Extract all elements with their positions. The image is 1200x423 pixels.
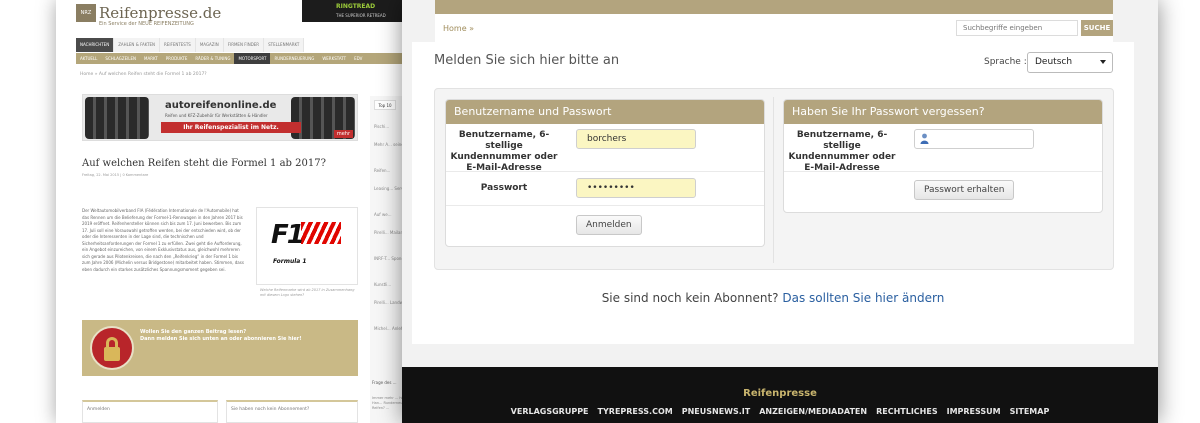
banner-subtitle: THE SUPERIOR RETREAD: [336, 13, 386, 18]
footer-title: Reifenpresse: [743, 388, 817, 399]
footer-links: VERLAGSGRUPPE TYREPRESS.COM PNEUSNEWS.IT…: [402, 407, 1158, 416]
nav-item-stellenmarkt[interactable]: STELLENMARKT: [264, 38, 305, 52]
request-password-button[interactable]: Passwort erhalten: [914, 180, 1015, 200]
subnav-item[interactable]: AKTUELL: [76, 53, 101, 64]
footer-link-pneusnews[interactable]: PNEUSNEWS.IT: [682, 407, 751, 416]
language-label: Sprache :: [984, 57, 1027, 67]
footer-link-verlagsgruppe[interactable]: VERLAGSGRUPPE: [511, 407, 589, 416]
subnav-item[interactable]: WERKSTATT: [318, 53, 350, 64]
search-button[interactable]: SUCHE: [1081, 20, 1113, 36]
paywall-line2: Dann melden Sie sich unten an oder abonn…: [140, 336, 302, 342]
footer-link-sitemap[interactable]: SITEMAP: [1010, 407, 1050, 416]
nav-item-nachrichten[interactable]: NACHRICHTEN: [76, 38, 115, 52]
subnav-item[interactable]: RUNDERNEUERUNG: [270, 53, 318, 64]
subnav-item[interactable]: EDV: [350, 53, 366, 64]
login-card: Melden Sie sich hier bitte an Sprache : …: [412, 42, 1134, 344]
ad-title: autoreifenonline.de: [165, 100, 277, 111]
chevron-down-icon: [1100, 60, 1106, 64]
site-tagline: Ein Service der NEUE REIFENZEITUNG: [99, 21, 194, 27]
search-input[interactable]: [956, 20, 1078, 36]
subscribe-link[interactable]: Das sollten Sie hier ändern: [782, 291, 944, 305]
page-title: Melden Sie sich hier bitte an: [434, 53, 620, 68]
footer-link-tyrepress[interactable]: TYREPRESS.COM: [598, 407, 673, 416]
username-label: Benutzername, 6-stellige Kundennummer od…: [450, 130, 558, 173]
subnav-item[interactable]: SCHLAGZEILEN: [101, 53, 140, 64]
article-meta: Freitag, 22. Mai 2015 | 0 Kommentare: [82, 173, 149, 177]
password-input[interactable]: [576, 178, 696, 198]
footer-link-anzeigen[interactable]: ANZEIGEN/MEDIADATEN: [759, 407, 867, 416]
f1-logo-stripes: [301, 222, 341, 244]
login-panel: Benutzername und Passwort Benutzername, …: [445, 99, 765, 247]
ad-slogan: Ihr Reifenspezialist im Netz.: [161, 122, 301, 133]
password-label: Passwort: [480, 183, 528, 193]
language-select[interactable]: Deutsch: [1027, 52, 1113, 73]
logo-mark-icon: NRZ: [76, 4, 96, 22]
footer-link-impressum[interactable]: IMPRESSUM: [947, 407, 1001, 416]
subnav-item[interactable]: PRODUKTE: [162, 53, 192, 64]
lock-icon: [90, 326, 134, 370]
bg-login-box: Anmelden: [82, 400, 218, 423]
article-ad-banner[interactable]: autoreifenonline.de Reifen und KFZ-Zubeh…: [82, 94, 358, 141]
article-body: Der Weltautomobilverband FIA (Fédération…: [82, 208, 244, 272]
image-caption: Welche Reifenmarke wird ab 2017 in Zusam…: [260, 288, 355, 297]
f1-logo-icon: F1: [271, 220, 305, 250]
forgot-username-label: Benutzername, 6-stellige Kundennummer od…: [788, 130, 896, 173]
forgot-username-field: [914, 129, 1034, 149]
article-title: Auf welchen Reifen steht die Formel 1 ab…: [82, 158, 326, 169]
subscribe-notice: Sie sind noch kein Abonnent? Das sollten…: [412, 291, 1134, 305]
sidebar-tab-top10[interactable]: Top 10: [374, 100, 396, 110]
login-panel-title: Benutzername und Passwort: [446, 100, 764, 124]
forgot-username-row: Benutzername, 6-stellige Kundennummer od…: [784, 124, 1102, 173]
banner-title: RINGTREAD: [336, 3, 376, 10]
bg-login-label: Anmelden: [87, 407, 110, 412]
bg-subscribe-box: Sie haben noch kein Abonnement?: [226, 400, 358, 423]
nav-item-zahlen[interactable]: ZAHLEN & FAKTEN: [114, 38, 161, 52]
footer-link-rechtliches[interactable]: RECHTLICHES: [876, 407, 938, 416]
paywall-text: Wollen Sie den ganzen Beitrag lesen? Dan…: [140, 329, 301, 343]
bg-subscribe-label: Sie haben noch kein Abonnement?: [231, 407, 310, 412]
username-input[interactable]: [576, 129, 696, 149]
site-logo[interactable]: NRZ Reifenpresse.de: [76, 4, 221, 22]
language-selected-value: Deutsch: [1035, 57, 1073, 67]
header-bar: [435, 0, 1113, 14]
article-breadcrumb[interactable]: Home » Auf welchen Reifen steht die Form…: [80, 72, 207, 77]
login-button[interactable]: Anmelden: [576, 215, 642, 235]
subnav-item[interactable]: RÄDER & TUNING: [191, 53, 234, 64]
primary-nav: NACHRICHTEN ZAHLEN & FAKTEN REIFENTESTS …: [76, 38, 305, 52]
ad-more-link[interactable]: mehr: [333, 130, 353, 138]
user-icon: [920, 133, 929, 144]
site-footer: Reifenpresse VERLAGSGRUPPE TYREPRESS.COM…: [402, 367, 1158, 423]
logo-text: Reifenpresse.de: [99, 4, 222, 22]
background-browser-window: NRZ Reifenpresse.de Ein Service der NEUE…: [56, 0, 416, 423]
ad-subtitle: Reifen und KFZ-Zubehör für Werkstätten &…: [165, 113, 268, 118]
subnav-item-motorsport[interactable]: MOTORSPORT: [234, 53, 271, 64]
login-panels: Benutzername und Passwort Benutzername, …: [434, 88, 1114, 270]
nav-item-reifentests[interactable]: REIFENTESTS: [160, 38, 196, 52]
nav-item-firmen-finder[interactable]: FIRMEN FINDER: [223, 38, 265, 52]
subnav-item[interactable]: MARKT: [140, 53, 162, 64]
tires-image: [85, 97, 149, 139]
login-browser-window: Home » SUCHE Melden Sie sich hier bitte …: [402, 0, 1158, 423]
forgot-password-panel: Haben Sie Ihr Passwort vergessen? Benutz…: [783, 99, 1103, 213]
breadcrumb-home-link[interactable]: Home »: [443, 24, 474, 33]
secondary-nav: AKTUELL SCHLAGZEILEN MARKT PRODUKTE RÄDE…: [76, 53, 416, 64]
password-row: Passwort: [446, 172, 764, 206]
subscribe-notice-text: Sie sind noch kein Abonnent?: [601, 291, 779, 305]
forgot-username-input[interactable]: [914, 129, 1034, 149]
panel-divider: [773, 97, 774, 263]
username-row: Benutzername, 6-stellige Kundennummer od…: [446, 124, 764, 173]
paywall-box[interactable]: Wollen Sie den ganzen Beitrag lesen? Dan…: [82, 320, 358, 376]
article-image[interactable]: F1 Formula 1: [256, 207, 358, 285]
top-ad-banner[interactable]: RINGTREAD THE SUPERIOR RETREAD: [302, 0, 416, 22]
forgot-panel-title: Haben Sie Ihr Passwort vergessen?: [784, 100, 1102, 124]
paywall-line1: Wollen Sie den ganzen Beitrag lesen?: [140, 329, 247, 335]
breadcrumb-bar: Home » SUCHE: [435, 14, 1113, 42]
lock-body: [104, 347, 120, 361]
nav-item-magazin[interactable]: MAGAZIN: [195, 38, 224, 52]
f1-logo-name: Formula 1: [273, 258, 307, 265]
